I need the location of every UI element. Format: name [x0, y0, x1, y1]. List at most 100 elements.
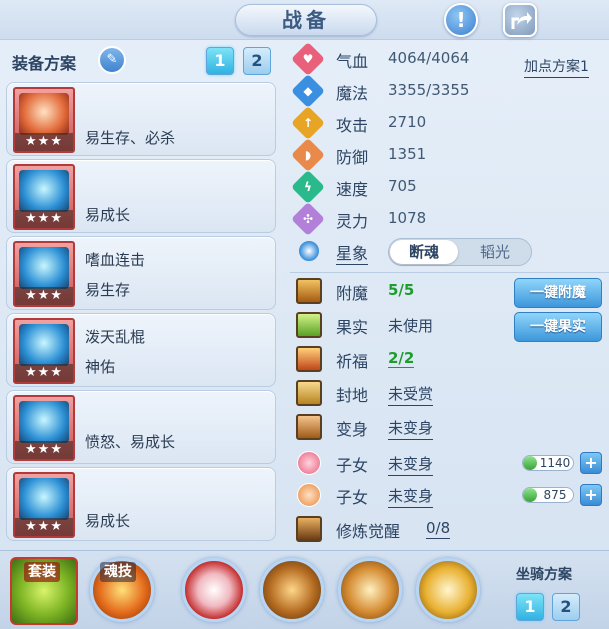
stat-name: 魔法 [336, 84, 369, 103]
skill-slot-4[interactable] [416, 558, 480, 622]
equipment-icon: ★★★ [13, 241, 75, 307]
card-effect: 愤怒、易成长 [85, 433, 176, 451]
attribute-panel: ♥ 气血 4064/4064 加点方案1 ◆ 魔法 3355/3355 ↑ 攻击… [290, 40, 609, 550]
star-rating: ★★★ [15, 364, 73, 382]
guoshi-value: 未使用 [388, 317, 434, 335]
add-resource-button[interactable]: + [580, 484, 602, 506]
xingxiang-option-duanhun[interactable]: 断魂 [390, 240, 458, 264]
one-click-fruit-button[interactable]: 一键果实 [514, 312, 602, 342]
fief-icon [296, 380, 322, 406]
card-effect: 神佑 [85, 358, 116, 376]
card-effect: 易成长 [85, 206, 131, 224]
equipment-card-4[interactable]: ★★★ 泼天乱棍 神佑 [6, 313, 276, 387]
page-title: 战备 [282, 8, 330, 32]
qifu-row: 祈福 2/2 [290, 344, 609, 374]
equipment-card-6[interactable]: ★★★ 易成长 [6, 467, 276, 541]
equipment-card-1[interactable]: ★★★ 易生存、必杀 [6, 82, 276, 156]
share-button[interactable] [503, 3, 537, 37]
card-skill: 嗜血连击 [85, 251, 146, 269]
add-point-plan-link[interactable]: 加点方案1 [524, 56, 589, 78]
scheme-tab-1[interactable]: 1 [206, 47, 234, 75]
stat-attack: ↑ 攻击 2710 [290, 106, 609, 140]
skill-slot-1[interactable] [182, 558, 246, 622]
resource-bar: 875 [522, 487, 574, 503]
stat-name: 灵力 [336, 212, 369, 231]
share-icon [511, 12, 532, 29]
child-icon [297, 451, 321, 475]
stat-mp: ◆ 魔法 3355/3355 [290, 74, 609, 108]
xingxiang-label[interactable]: 星象 [336, 240, 369, 265]
stat-value: 4064/4064 [388, 49, 470, 67]
stat-name: 气血 [336, 52, 369, 71]
star-rating: ★★★ [15, 210, 73, 228]
star-rating: ★★★ [15, 441, 73, 459]
mount-tab-1[interactable]: 1 [516, 593, 544, 621]
card-effect: 易生存、必杀 [85, 129, 176, 147]
qifu-label: 祈福 [336, 352, 369, 371]
zinv-row-2: 子女 未变身 875 + [290, 480, 609, 510]
stat-name: 攻击 [336, 116, 369, 135]
card-effect: 易生存 [85, 281, 131, 299]
help-button[interactable]: ! [444, 3, 478, 37]
stat-value: 705 [388, 177, 417, 195]
zinv-label: 子女 [336, 456, 369, 475]
skill-slot-3[interactable] [338, 558, 402, 622]
zinv-value[interactable]: 未变身 [388, 453, 434, 476]
bianshen-row: 变身 未变身 [290, 412, 609, 442]
resource-count: 1140 [539, 456, 571, 470]
fengdi-row: 封地 未受赏 [290, 378, 609, 408]
equipment-icon: ★★★ [13, 472, 75, 538]
battle-prep-window: 战备 ! 装备方案 ✎ 1 2 ★★★ 易生存、必杀 ★★★ 易成长 ★★★ 嗜… [0, 0, 609, 629]
xingxiang-option-taoguang[interactable]: 韬光 [461, 240, 529, 264]
xingxiang-toggle[interactable]: 断魂 韬光 [388, 238, 532, 266]
equipment-icon: ★★★ [13, 318, 75, 384]
edit-scheme-button[interactable]: ✎ [98, 46, 126, 74]
suit-label: 套装 [24, 562, 60, 582]
star-rating: ★★★ [15, 287, 73, 305]
card-skill: 泼天乱棍 [85, 328, 146, 346]
blessing-icon [296, 346, 322, 372]
star-rating: ★★★ [15, 518, 73, 536]
exclamation-icon: ! [456, 8, 466, 32]
equipment-icon: ★★★ [13, 395, 75, 461]
bianshen-label: 变身 [336, 420, 369, 439]
star-compass-icon [298, 240, 320, 262]
fumo-label: 附魔 [336, 284, 369, 303]
fengdi-value[interactable]: 未受赏 [388, 383, 434, 406]
resource-count: 875 [543, 488, 567, 502]
equipment-card-2[interactable]: ★★★ 易成长 [6, 159, 276, 233]
scheme-tab-2[interactable]: 2 [243, 47, 271, 75]
stat-value: 2710 [388, 113, 427, 131]
equipment-card-3[interactable]: ★★★ 嗜血连击 易生存 [6, 236, 276, 310]
zinv-value[interactable]: 未变身 [388, 485, 434, 508]
skill-slot-2[interactable] [260, 558, 324, 622]
equipment-list: ★★★ 易生存、必杀 ★★★ 易成长 ★★★ 嗜血连击 易生存 ★★★ 泼天乱棍… [6, 78, 280, 542]
xiulian-row: 修炼觉醒 0/8 [290, 514, 609, 544]
equipment-scheme-label: 装备方案 [12, 54, 77, 73]
stat-value: 1078 [388, 209, 427, 227]
equipment-icon: ★★★ [13, 87, 75, 153]
guoshi-label: 果实 [336, 318, 369, 337]
fumo-value: 5/5 [388, 281, 415, 299]
mount-tab-2[interactable]: 2 [552, 593, 580, 621]
zinv-row-1: 子女 未变身 1140 + [290, 448, 609, 478]
stat-name: 速度 [336, 180, 369, 199]
one-click-enchant-button[interactable]: 一键附魔 [514, 278, 602, 308]
mount-plan-label: 坐骑方案 [516, 567, 572, 583]
xiulian-value[interactable]: 0/8 [426, 519, 451, 539]
stat-value: 1351 [388, 145, 427, 163]
stat-value: 3355/3355 [388, 81, 470, 99]
qifu-value[interactable]: 2/2 [388, 349, 415, 368]
stat-defense: ◗ 防御 1351 [290, 138, 609, 172]
bianshen-value[interactable]: 未变身 [388, 417, 434, 440]
equipment-card-5[interactable]: ★★★ 愤怒、易成长 [6, 390, 276, 464]
stat-name: 防御 [336, 148, 369, 167]
zinv-label: 子女 [336, 488, 369, 507]
star-rating: ★★★ [15, 133, 73, 151]
fruit-icon [296, 312, 322, 338]
cultivation-icon [296, 516, 322, 542]
stat-speed: ϟ 速度 705 [290, 170, 609, 204]
equipment-icon: ★★★ [13, 164, 75, 230]
add-resource-button[interactable]: + [580, 452, 602, 474]
stat-hp: ♥ 气血 4064/4064 加点方案1 [290, 42, 609, 78]
